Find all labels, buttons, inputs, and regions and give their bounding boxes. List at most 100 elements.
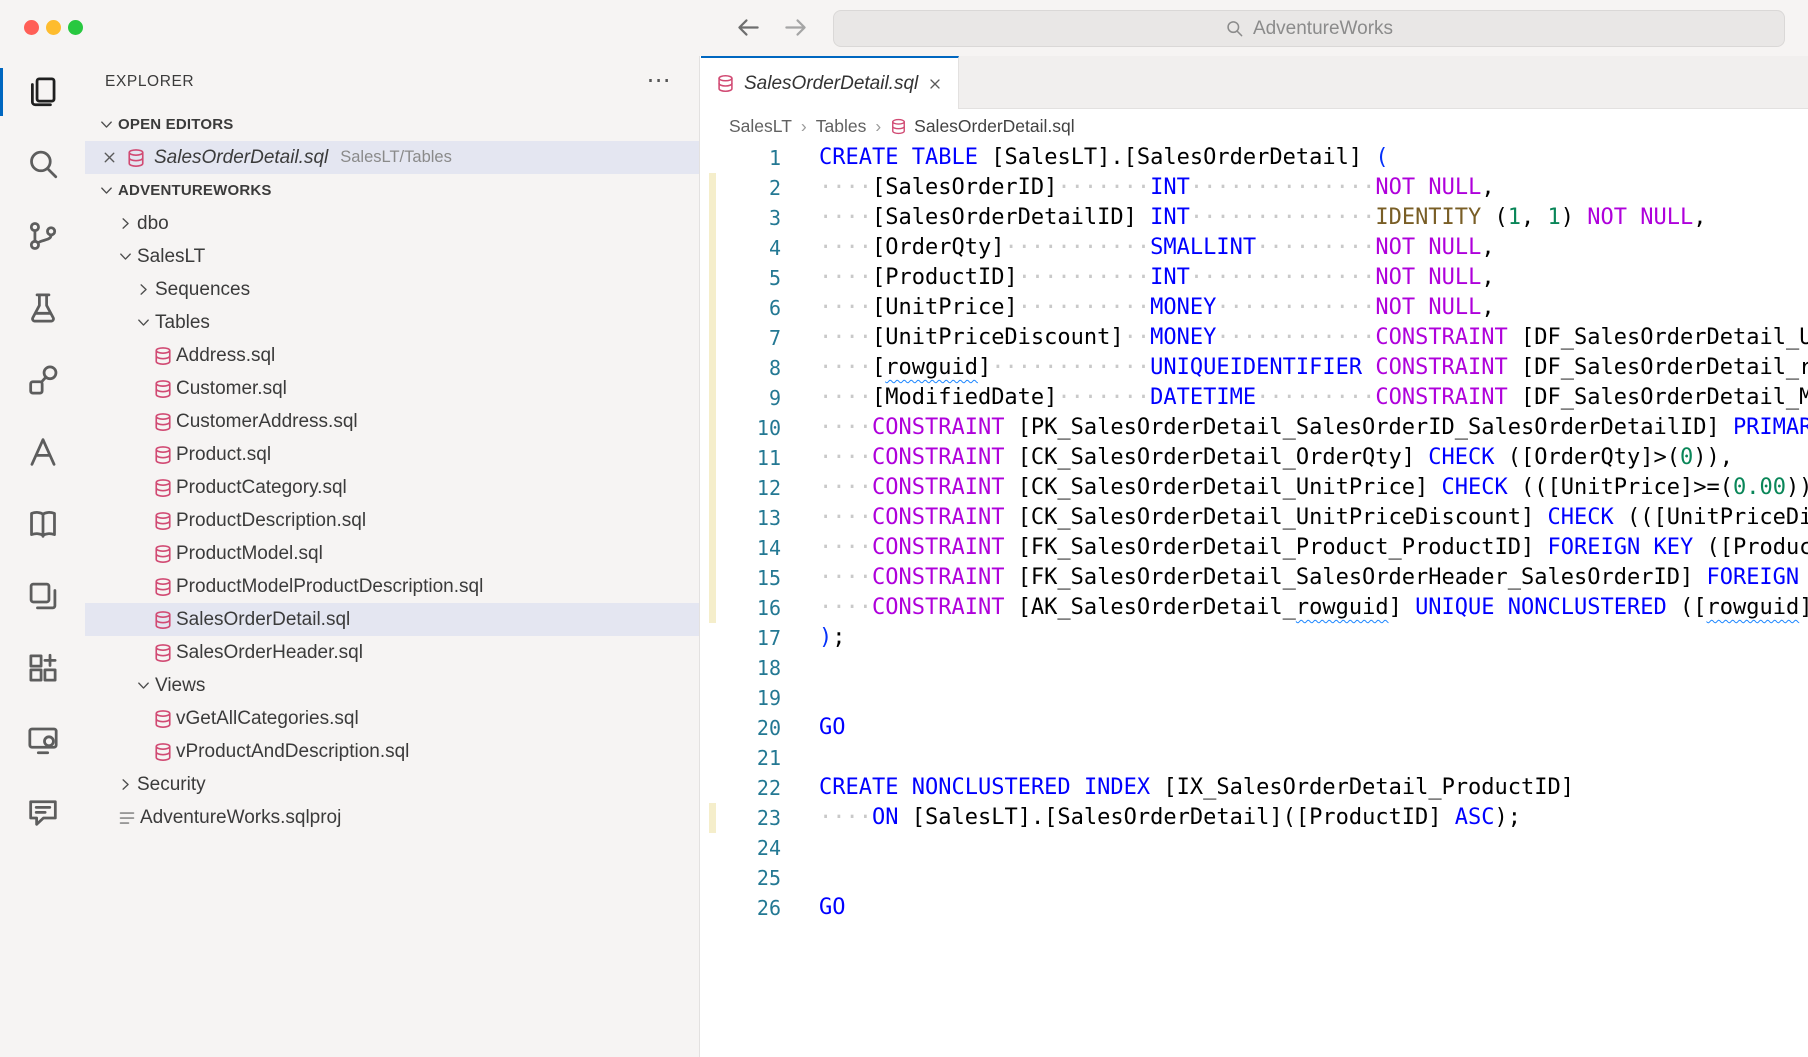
line-number[interactable]: 21 xyxy=(701,743,819,773)
line-number[interactable]: 2 xyxy=(701,173,819,203)
line-content[interactable] xyxy=(819,683,1808,713)
line-content[interactable]: GO xyxy=(819,893,1808,923)
code-editor[interactable]: 1CREATE TABLE [SalesLT].[SalesOrderDetai… xyxy=(701,143,1808,1057)
line-content[interactable]: ····CONSTRAINT [FK_SalesOrderDetail_Prod… xyxy=(819,533,1808,563)
activity-item-remote-monitor[interactable] xyxy=(0,704,85,776)
chevron-down-icon[interactable] xyxy=(135,314,152,331)
tree-item-security[interactable]: Security xyxy=(85,768,699,801)
line-content[interactable] xyxy=(819,653,1808,683)
code-line-24[interactable]: 24 xyxy=(701,833,1808,863)
code-line-10[interactable]: 10····CONSTRAINT [PK_SalesOrderDetail_Sa… xyxy=(701,413,1808,443)
tree-item-views[interactable]: Views xyxy=(85,669,699,702)
line-number[interactable]: 24 xyxy=(701,833,819,863)
code-line-1[interactable]: 1CREATE TABLE [SalesLT].[SalesOrderDetai… xyxy=(701,143,1808,173)
code-line-17[interactable]: 17); xyxy=(701,623,1808,653)
line-content[interactable]: GO xyxy=(819,713,1808,743)
line-number[interactable]: 16 xyxy=(701,593,819,623)
chevron-right-icon[interactable] xyxy=(117,776,134,793)
code-line-14[interactable]: 14····CONSTRAINT [FK_SalesOrderDetail_Pr… xyxy=(701,533,1808,563)
code-line-8[interactable]: 8····[rowguid]············UNIQUEIDENTIFI… xyxy=(701,353,1808,383)
tree-item-salesorderheader-sql[interactable]: SalesOrderHeader.sql xyxy=(85,636,699,669)
tree-item-vgetallcategories-sql[interactable]: vGetAllCategories.sql xyxy=(85,702,699,735)
breadcrumb-item-saleslt[interactable]: SalesLT xyxy=(729,116,792,137)
code-line-19[interactable]: 19 xyxy=(701,683,1808,713)
line-number[interactable]: 19 xyxy=(701,683,819,713)
line-content[interactable]: ····[rowguid]············UNIQUEIDENTIFIE… xyxy=(819,353,1808,383)
adventureworks-section-header[interactable]: ADVENTUREWORKS xyxy=(85,174,699,207)
tree-item-vproductanddescription-sql[interactable]: vProductAndDescription.sql xyxy=(85,735,699,768)
code-line-26[interactable]: 26GO xyxy=(701,893,1808,923)
activity-item-comments[interactable] xyxy=(0,776,85,848)
code-line-5[interactable]: 5····[ProductID]··········INT···········… xyxy=(701,263,1808,293)
code-line-6[interactable]: 6····[UnitPrice]··········MONEY·········… xyxy=(701,293,1808,323)
line-content[interactable]: ····[ProductID]··········INT············… xyxy=(819,263,1808,293)
tree-item-dbo[interactable]: dbo xyxy=(85,207,699,240)
line-content[interactable] xyxy=(819,833,1808,863)
activity-item-source-control[interactable] xyxy=(0,200,85,272)
activity-item-azure[interactable] xyxy=(0,416,85,488)
tree-item-adventureworks-sqlproj[interactable]: AdventureWorks.sqlproj xyxy=(85,801,699,834)
line-number[interactable]: 20 xyxy=(701,713,819,743)
activity-item-editor-groups[interactable] xyxy=(0,560,85,632)
chevron-right-icon[interactable] xyxy=(117,215,134,232)
line-number[interactable]: 7 xyxy=(701,323,819,353)
line-content[interactable]: ····[OrderQty]···········SMALLINT·······… xyxy=(819,233,1808,263)
code-line-13[interactable]: 13····CONSTRAINT [CK_SalesOrderDetail_Un… xyxy=(701,503,1808,533)
code-line-2[interactable]: 2····[SalesOrderID]·······INT···········… xyxy=(701,173,1808,203)
tab-salesorderdetail-sql[interactable]: SalesOrderDetail.sql xyxy=(701,56,959,109)
tree-item-productcategory-sql[interactable]: ProductCategory.sql xyxy=(85,471,699,504)
line-number[interactable]: 18 xyxy=(701,653,819,683)
tree-item-tables[interactable]: Tables xyxy=(85,306,699,339)
line-number[interactable]: 17 xyxy=(701,623,819,653)
line-number[interactable]: 9 xyxy=(701,383,819,413)
code-line-25[interactable]: 25 xyxy=(701,863,1808,893)
line-content[interactable]: ····CONSTRAINT [CK_SalesOrderDetail_Orde… xyxy=(819,443,1808,473)
line-number[interactable]: 14 xyxy=(701,533,819,563)
tree-item-saleslt[interactable]: SalesLT xyxy=(85,240,699,273)
chevron-down-icon[interactable] xyxy=(135,677,152,694)
forward-arrow-icon[interactable] xyxy=(782,14,809,41)
tree-item-customer-sql[interactable]: Customer.sql xyxy=(85,372,699,405)
line-number[interactable]: 3 xyxy=(701,203,819,233)
line-content[interactable]: CREATE NONCLUSTERED INDEX [IX_SalesOrder… xyxy=(819,773,1808,803)
line-number[interactable]: 15 xyxy=(701,563,819,593)
line-number[interactable]: 8 xyxy=(701,353,819,383)
activity-item-notebooks[interactable] xyxy=(0,488,85,560)
tree-item-sequences[interactable]: Sequences xyxy=(85,273,699,306)
code-line-22[interactable]: 22CREATE NONCLUSTERED INDEX [IX_SalesOrd… xyxy=(701,773,1808,803)
code-line-16[interactable]: 16····CONSTRAINT [AK_SalesOrderDetail_ro… xyxy=(701,593,1808,623)
traffic-light-close[interactable] xyxy=(24,20,39,35)
open-editors-section-header[interactable]: OPEN EDITORS xyxy=(85,108,699,141)
line-content[interactable]: ····CONSTRAINT [CK_SalesOrderDetail_Unit… xyxy=(819,473,1808,503)
line-number[interactable]: 23 xyxy=(701,803,819,833)
line-content[interactable]: ····[SalesOrderDetailID] INT············… xyxy=(819,203,1808,233)
tree-item-productdescription-sql[interactable]: ProductDescription.sql xyxy=(85,504,699,537)
line-content[interactable]: ····[UnitPrice]··········MONEY··········… xyxy=(819,293,1808,323)
traffic-light-zoom[interactable] xyxy=(68,20,83,35)
line-number[interactable]: 13 xyxy=(701,503,819,533)
breadcrumb-item-salesorderdetail-sql[interactable]: SalesOrderDetail.sql xyxy=(890,116,1074,137)
line-content[interactable] xyxy=(819,743,1808,773)
chevron-right-icon[interactable] xyxy=(135,281,152,298)
code-line-20[interactable]: 20GO xyxy=(701,713,1808,743)
line-number[interactable]: 12 xyxy=(701,473,819,503)
code-line-7[interactable]: 7····[UnitPriceDiscount]··MONEY·········… xyxy=(701,323,1808,353)
command-center-search[interactable]: AdventureWorks xyxy=(833,10,1785,47)
open-editor-salesorderdetail-sql[interactable]: SalesOrderDetail.sqlSalesLT/Tables xyxy=(85,141,699,174)
breadcrumb-item-tables[interactable]: Tables xyxy=(816,116,867,137)
line-content[interactable]: ····[SalesOrderID]·······INT············… xyxy=(819,173,1808,203)
chevron-down-icon[interactable] xyxy=(117,248,134,265)
line-number[interactable]: 11 xyxy=(701,443,819,473)
code-line-11[interactable]: 11····CONSTRAINT [CK_SalesOrderDetail_Or… xyxy=(701,443,1808,473)
line-number[interactable]: 4 xyxy=(701,233,819,263)
line-number[interactable]: 22 xyxy=(701,773,819,803)
activity-item-run-and-debug[interactable] xyxy=(0,272,85,344)
line-number[interactable]: 26 xyxy=(701,893,819,923)
code-line-9[interactable]: 9····[ModifiedDate]·······DATETIME······… xyxy=(701,383,1808,413)
line-number[interactable]: 1 xyxy=(701,143,819,173)
activity-item-components[interactable] xyxy=(0,344,85,416)
line-content[interactable]: ····CONSTRAINT [CK_SalesOrderDetail_Unit… xyxy=(819,503,1808,533)
close-icon[interactable] xyxy=(101,149,118,166)
tree-item-productmodelproductdescription-sql[interactable]: ProductModelProductDescription.sql xyxy=(85,570,699,603)
tree-item-productmodel-sql[interactable]: ProductModel.sql xyxy=(85,537,699,570)
